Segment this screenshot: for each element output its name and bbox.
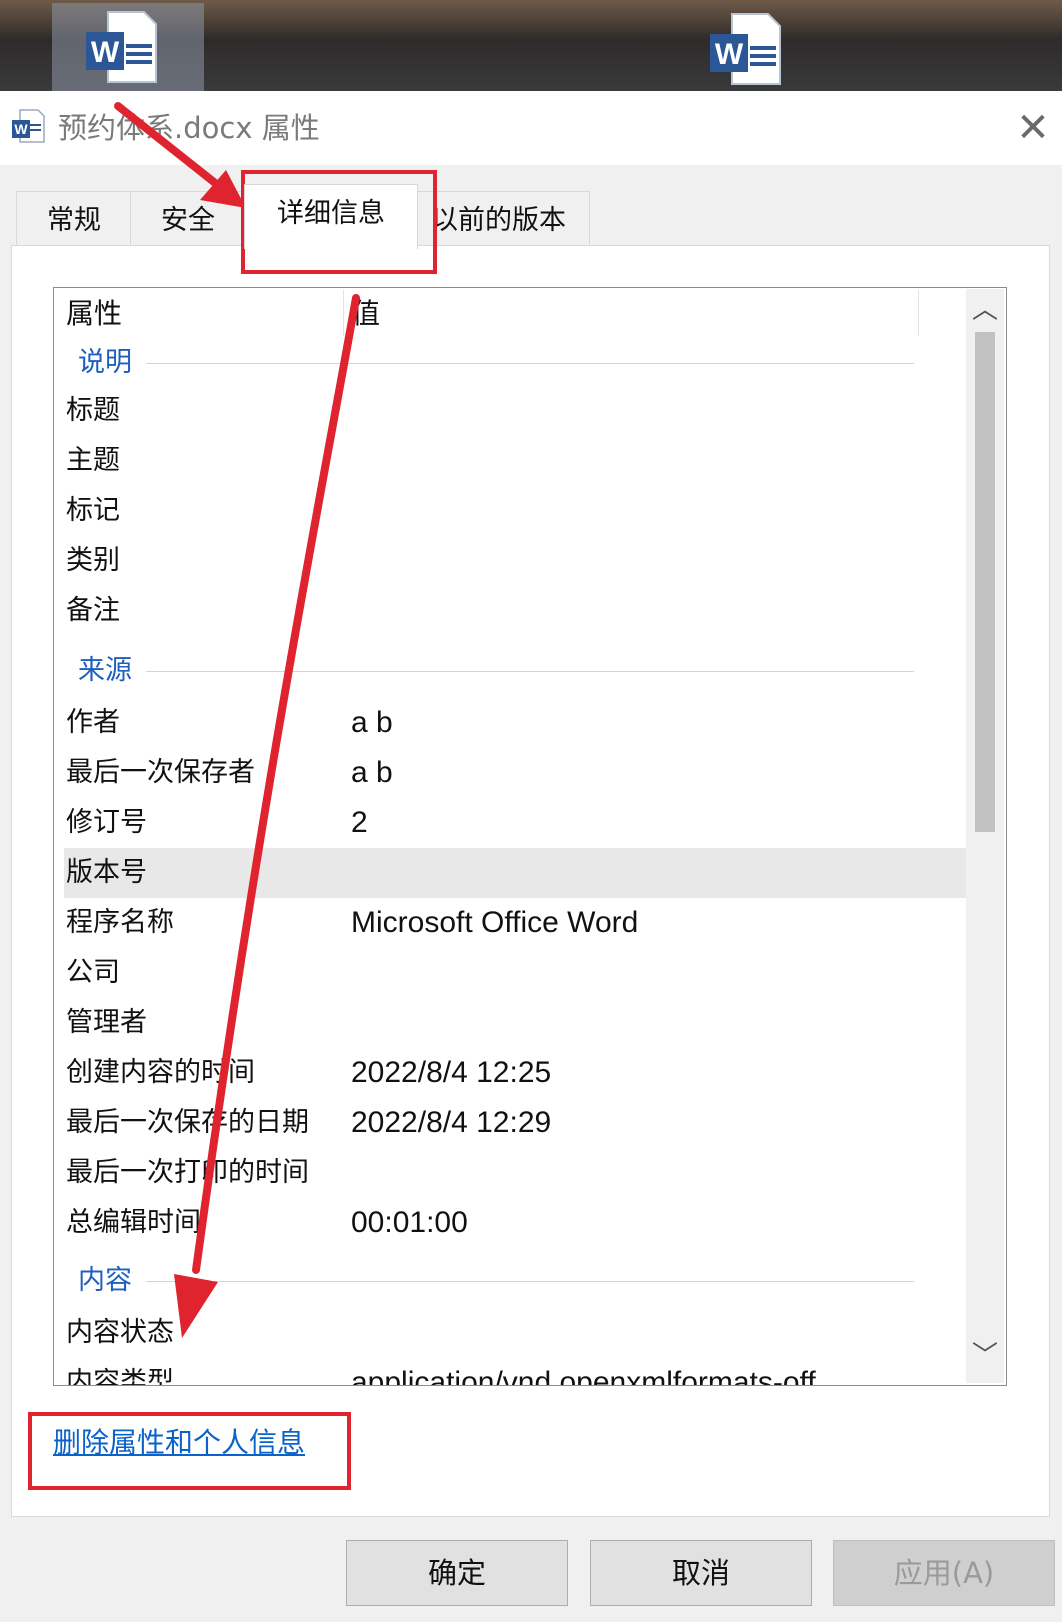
chevron-down-icon: ﹀ — [971, 1341, 998, 1371]
tab-previous-versions[interactable]: 以前的版本 — [416, 191, 590, 245]
group-divider — [146, 1281, 914, 1282]
column-divider — [918, 290, 919, 336]
word-file-icon[interactable]: W — [706, 10, 784, 88]
annotation-highlight-link — [28, 1412, 351, 1490]
tab-security[interactable]: 安全 — [130, 191, 246, 246]
property-name: 内容状态 — [66, 1317, 174, 1348]
property-row[interactable]: 内容类型 application/vnd.openxmlformats-off — [64, 1358, 914, 1386]
property-name: 类别 — [66, 545, 120, 576]
property-name: 公司 — [66, 957, 120, 988]
property-row[interactable]: 最后一次保存的日期 2022/8/4 12:29 — [64, 1098, 972, 1148]
property-name: 标记 — [66, 495, 120, 526]
property-name: 修订号 — [66, 807, 147, 838]
cancel-button[interactable]: 取消 — [590, 1540, 812, 1606]
ok-button[interactable]: 确定 — [346, 1540, 568, 1606]
property-name: 管理者 — [66, 1007, 147, 1038]
property-row[interactable]: 作者 a b — [64, 698, 972, 748]
property-name: 最后一次保存者 — [66, 757, 255, 788]
property-row[interactable]: 标记 — [64, 486, 972, 536]
property-value[interactable]: 00:01:00 — [351, 1198, 468, 1248]
property-name: 作者 — [66, 707, 120, 738]
svg-text:W: W — [14, 121, 28, 137]
property-name: 备注 — [66, 595, 120, 626]
property-row[interactable]: 最后一次保存者 a b — [64, 748, 972, 798]
scrollbar-thumb[interactable] — [975, 332, 995, 832]
svg-text:W: W — [91, 36, 120, 69]
property-value[interactable]: Microsoft Office Word — [351, 898, 638, 948]
property-name: 程序名称 — [66, 907, 174, 938]
scroll-down-button[interactable]: ﹀ — [966, 1338, 1004, 1374]
property-name: 版本号 — [66, 857, 147, 888]
property-row[interactable]: 类别 — [64, 536, 972, 586]
group-divider — [146, 363, 914, 364]
property-value[interactable]: application/vnd.openxmlformats-off — [351, 1358, 816, 1385]
word-document-icon: W — [12, 109, 45, 143]
property-name: 标题 — [66, 395, 120, 426]
group-divider — [146, 671, 914, 672]
property-row[interactable]: 主题 — [64, 436, 972, 486]
property-row[interactable]: 总编辑时间 00:01:00 — [64, 1198, 972, 1248]
property-row[interactable]: 程序名称 Microsoft Office Word — [64, 898, 972, 948]
column-header-property[interactable]: 属性 — [66, 290, 122, 338]
apply-button[interactable]: 应用(A) — [833, 1540, 1055, 1606]
property-name: 内容类型 — [66, 1367, 174, 1386]
group-label-content: 内容 — [78, 1265, 132, 1296]
property-value[interactable]: 2022/8/4 12:25 — [351, 1048, 551, 1098]
property-row[interactable]: 内容状态 — [64, 1308, 972, 1358]
property-value[interactable]: a b — [351, 698, 393, 748]
scroll-up-button[interactable]: ︿ — [966, 292, 1004, 328]
property-row[interactable]: 最后一次打印的时间 — [64, 1148, 972, 1198]
property-row[interactable]: 修订号 2 — [64, 798, 972, 848]
property-name: 主题 — [66, 445, 120, 476]
group-label-origin: 来源 — [78, 655, 132, 686]
property-name: 最后一次打印的时间 — [66, 1157, 309, 1188]
property-value[interactable]: 2022/8/4 12:29 — [351, 1098, 551, 1148]
property-row[interactable]: 创建内容的时间 2022/8/4 12:25 — [64, 1048, 972, 1098]
property-row[interactable]: 管理者 — [64, 998, 972, 1048]
close-button[interactable]: ✕ — [1008, 104, 1058, 152]
group-label-description: 说明 — [78, 347, 132, 378]
property-value[interactable]: 2 — [351, 798, 368, 848]
property-row[interactable]: 备注 — [64, 586, 972, 636]
property-name: 总编辑时间 — [66, 1207, 201, 1238]
property-value[interactable]: a b — [351, 748, 393, 798]
dialog-title: 预约体系.docx 属性 — [58, 111, 320, 145]
properties-list[interactable]: 属性 值 说明 标题 主题 标记 类别 备注 来源 作者 a b 最后一次保存者 a… — [53, 287, 1007, 1386]
column-header-value[interactable]: 值 — [352, 290, 380, 338]
word-file-icon[interactable]: W — [82, 8, 160, 86]
tab-general[interactable]: 常规 — [16, 191, 132, 246]
svg-text:W: W — [715, 38, 744, 71]
property-row[interactable]: 标题 — [64, 386, 972, 436]
close-icon: ✕ — [1016, 105, 1050, 151]
tab-details[interactable]: 详细信息 — [244, 184, 418, 249]
property-name: 创建内容的时间 — [66, 1057, 255, 1088]
property-name: 最后一次保存的日期 — [66, 1107, 309, 1138]
chevron-up-icon: ︿ — [971, 295, 998, 325]
column-divider[interactable] — [343, 290, 344, 336]
property-row-selected[interactable]: 版本号 — [64, 848, 972, 898]
property-row[interactable]: 公司 — [64, 948, 972, 998]
